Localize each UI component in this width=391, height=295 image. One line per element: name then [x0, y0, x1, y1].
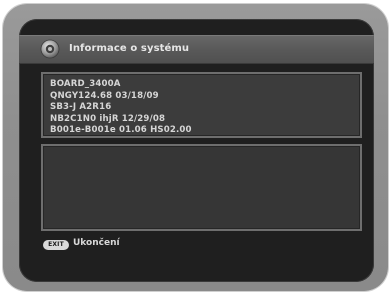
hardware-version-line: SB3-J A2R16: [50, 102, 112, 112]
device-frame: Informace o systému BOARD_3400A QNGY124.…: [3, 4, 388, 291]
settings-disc-icon: [40, 39, 60, 59]
module-version-line: B001e-B001e 01.06 HS02.00: [50, 125, 192, 135]
page-title: Informace o systému: [69, 43, 190, 54]
exit-action-label: Ukončení: [73, 238, 120, 248]
exit-key-button[interactable]: EXIT: [43, 240, 69, 250]
detail-panel: [41, 144, 362, 231]
tv-screen: Informace o systému BOARD_3400A QNGY124.…: [19, 19, 374, 282]
title-bar: Informace o systému: [19, 35, 374, 64]
software-version-line: QNGY124.68 03/18/09: [50, 90, 159, 101]
board-version-line: BOARD_3400A: [50, 79, 121, 89]
system-info-panel: BOARD_3400A QNGY124.68 03/18/09 SB3-J A2…: [41, 72, 362, 138]
loader-version-line: NB2C1N0 ihjR 12/29/08: [50, 113, 166, 124]
